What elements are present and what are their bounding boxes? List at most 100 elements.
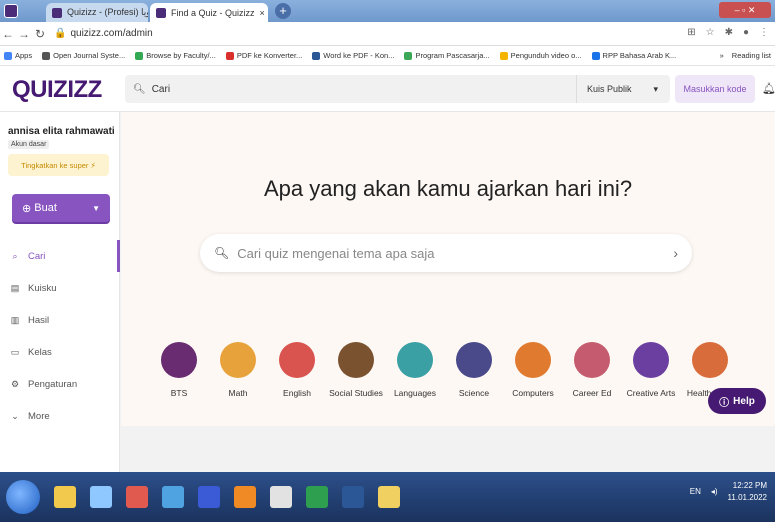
chevron-down-icon: ▼ (92, 203, 100, 213)
question-icon: ⓘ (719, 397, 730, 409)
paint-icon[interactable] (90, 486, 112, 508)
category-social-studies[interactable]: Social Studies (329, 342, 383, 398)
sidebar-item-pengaturan[interactable]: ⚙ Pengaturan (0, 368, 120, 400)
quizizz-favicon-icon (52, 7, 62, 18)
sidebar-item-kelas[interactable]: ▭ Kelas (0, 336, 120, 368)
library-filter-dropdown[interactable]: Kuis Publik ▾ (575, 75, 670, 103)
category-list: BTS Math English Social Studies Language… (155, 342, 734, 398)
bookmark[interactable]: Program Pascasarja... (404, 51, 490, 60)
app-icon[interactable] (126, 486, 148, 508)
chart-icon: ▥ (10, 314, 20, 325)
excel-icon[interactable] (306, 486, 328, 508)
window-menu-icon[interactable] (4, 4, 18, 18)
clock-time: 12:22 PM (732, 481, 767, 490)
start-button[interactable] (6, 480, 40, 514)
search-input[interactable]: 🔍︎ Cari Kuis Publik ▾ (125, 75, 670, 103)
taskbar-apps (54, 486, 400, 508)
create-button[interactable]: ⊕ Buat ▼ (12, 194, 110, 222)
star-icon[interactable]: ☆ (706, 27, 715, 38)
english-icon (279, 342, 315, 378)
category-languages[interactable]: Languages (391, 342, 439, 398)
app-topbar: QUIZIZZ 🔍︎ Cari Kuis Publik ▾ Masukkan k… (0, 66, 775, 112)
lower-content (121, 426, 775, 472)
sidebar-item-cari[interactable]: ⌕ Cari (0, 240, 120, 272)
new-tab-button[interactable]: + (275, 3, 291, 19)
category-computers[interactable]: Computers (509, 342, 557, 398)
windows-taskbar: EN ◂) 12:22 PM 11.01.2022 (0, 472, 775, 522)
category-english[interactable]: English (273, 342, 321, 398)
window-controls[interactable]: – ▫ ✕ (719, 2, 771, 18)
lock-icon: 🔒 (54, 28, 67, 39)
apps-icon (4, 51, 12, 60)
quizizz-app: QUIZIZZ 🔍︎ Cari Kuis Publik ▾ Masukkan k… (0, 66, 775, 472)
sidebar-item-kuisku[interactable]: ▤ Kuisku (0, 272, 120, 304)
quiz-search-input[interactable]: 🔍︎ Cari quiz mengenai tema apa saja › (200, 234, 692, 272)
lightning-icon: ⚡︎ (90, 160, 96, 170)
forward-icon[interactable]: → (16, 27, 32, 41)
bookmark[interactable]: RPP Bahasa Arab K... (591, 51, 676, 60)
explorer-icon[interactable] (54, 486, 76, 508)
math-icon (220, 342, 256, 378)
chrome-icon[interactable] (270, 486, 292, 508)
quizizz-logo[interactable]: QUIZIZZ (12, 76, 102, 104)
bookmark[interactable]: Apps (4, 51, 32, 60)
computers-icon (515, 342, 551, 378)
reading-list-label: Reading list (731, 51, 771, 60)
bookmark-icon (404, 51, 413, 60)
search-icon: 🔍︎ (133, 83, 146, 95)
chevron-right-icon[interactable]: › (673, 245, 678, 261)
bookmark-icon (135, 51, 144, 60)
bookmark[interactable]: Browse by Faculty/... (135, 51, 216, 60)
word-icon[interactable] (342, 486, 364, 508)
bookmark[interactable]: Pengunduh video o... (499, 51, 582, 60)
address-bar-row: ← → ↻ 🔒 quizizz.com/admin ⊞ ☆ ✱ ● ⋮ (0, 22, 775, 46)
app-icon[interactable] (162, 486, 184, 508)
filter-label: Kuis Publik (586, 84, 632, 94)
bookmark[interactable]: Open Journal Syste... (42, 51, 125, 60)
gear-icon: ⚙ (10, 378, 20, 389)
category-math[interactable]: Math (214, 342, 262, 398)
profile-icon[interactable]: ● (743, 27, 749, 38)
browser-tab[interactable]: Quizizz - (Profesi) لغويا × (46, 3, 148, 22)
url-field[interactable]: 🔒 quizizz.com/admin (54, 28, 153, 39)
create-label: Buat (34, 202, 57, 214)
plus-icon: ⊕ (22, 202, 32, 215)
sidebar: annisa elita rahmawati Akun dasar Tingka… (0, 112, 120, 472)
back-icon[interactable]: ← (0, 27, 16, 41)
category-career-ed[interactable]: Career Ed (568, 342, 616, 398)
browser-tab-active[interactable]: Find a Quiz - Quizizz × (150, 3, 268, 22)
clock[interactable]: 12:22 PM 11.01.2022 (728, 480, 767, 504)
menu-icon[interactable]: ⋮ (759, 27, 769, 38)
bookmark[interactable]: Word ke PDF - Kon... (312, 51, 394, 60)
firefox-icon[interactable] (234, 486, 256, 508)
bts-icon (161, 342, 197, 378)
enter-code-button[interactable]: Masukkan kode (675, 75, 755, 103)
app-icon[interactable] (378, 486, 400, 508)
upgrade-button[interactable]: Tingkatkan ke super ⚡︎ (8, 154, 109, 176)
bookmarks-bar: Apps Open Journal Syste... Browse by Fac… (0, 46, 775, 66)
sidebar-item-more[interactable]: ⌄ More (0, 400, 120, 432)
close-tab-icon[interactable]: × (260, 8, 265, 18)
reload-icon[interactable]: ↻ (32, 27, 48, 41)
main-content: Apa yang akan kamu ajarkan hari ini? 🔍︎ … (121, 112, 775, 426)
reading-list[interactable]: » Reading list (719, 51, 771, 60)
volume-icon[interactable]: ◂) (711, 486, 718, 498)
sidebar-item-hasil[interactable]: ▥ Hasil (0, 304, 120, 336)
bookmark-icon (591, 51, 600, 60)
visual-studio-icon[interactable] (198, 486, 220, 508)
translate-icon[interactable]: ⊞ (687, 27, 695, 38)
language-indicator[interactable]: EN (690, 486, 701, 498)
extensions-icon[interactable]: ✱ (725, 27, 733, 38)
category-science[interactable]: Science (450, 342, 498, 398)
career-ed-icon (574, 342, 610, 378)
more-bookmarks-icon[interactable]: » (720, 51, 724, 60)
category-creative-arts[interactable]: Creative Arts (627, 342, 675, 398)
science-icon (456, 342, 492, 378)
bell-icon[interactable]: 🔔︎ (762, 82, 775, 95)
help-button[interactable]: ⓘ Help (708, 388, 766, 414)
search-icon: 🔍︎ (214, 246, 230, 260)
category-bts[interactable]: BTS (155, 342, 203, 398)
system-tray: EN ◂) 12:22 PM 11.01.2022 (690, 480, 767, 504)
bookmark[interactable]: PDF ke Konverter... (225, 51, 302, 60)
folder-icon: ▤ (10, 282, 20, 293)
